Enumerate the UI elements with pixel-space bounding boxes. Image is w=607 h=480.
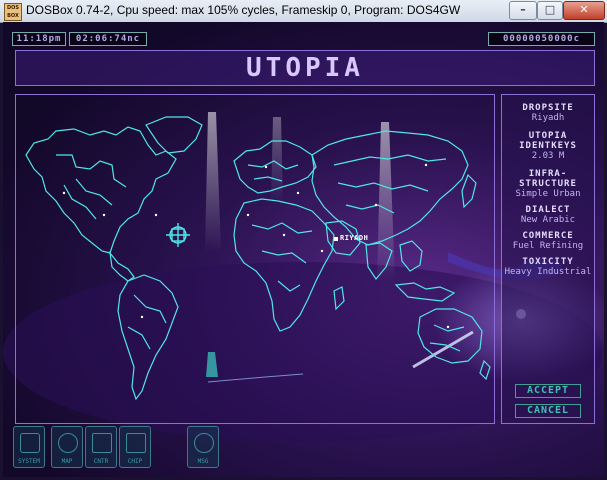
dialect-value: New Arabic	[520, 215, 576, 225]
world-map[interactable]: RIYADH	[15, 94, 495, 424]
control-icon	[92, 433, 112, 453]
toolbar-map-button[interactable]: MAP	[51, 426, 83, 468]
dialect-label: DIALECT	[525, 205, 571, 215]
title-bar[interactable]: DOS BOX DOSBox 0.74-2, Cpu speed: max 10…	[0, 0, 607, 23]
riyadh-marker	[334, 237, 338, 241]
toolbar-label: CHIP	[127, 458, 143, 465]
toolbar-label: CNTR	[93, 458, 109, 465]
close-icon: ✕	[579, 3, 589, 16]
toolbar-chip-button[interactable]: CHIP	[119, 426, 151, 468]
commerce-label: COMMERCE	[522, 231, 574, 241]
chip-icon	[126, 433, 146, 453]
toolbar-system-button[interactable]: SYSTEM	[13, 426, 45, 468]
toolbar-msg-button[interactable]: MSG	[187, 426, 219, 468]
system-icon	[20, 433, 40, 453]
continent-greenland	[145, 116, 203, 154]
identkeys-label-2: IDENTKEYS	[519, 141, 577, 151]
globe-icon	[58, 433, 78, 453]
clock-display: 11:18pm	[12, 32, 66, 46]
dosbox-app-icon[interactable]: DOS BOX	[4, 3, 22, 21]
continent-europe	[233, 140, 317, 194]
game-viewport: 11:18pm 02:06:74nc 00000050000c UTOPIA R…	[3, 22, 604, 477]
identkeys-value: 2.03 M	[531, 151, 565, 161]
toolbar-label: MAP	[61, 458, 73, 465]
toolbar-cntr-button[interactable]: CNTR	[85, 426, 117, 468]
commerce-value: Fuel Refining	[512, 241, 584, 251]
toolbar-label: SYSTEM	[18, 458, 40, 465]
game-title: UTOPIA	[246, 53, 364, 83]
continent-australia	[417, 308, 483, 364]
accept-button[interactable]: ACCEPT	[515, 384, 581, 398]
window-title: DOSBox 0.74-2, Cpu speed: max 105% cycle…	[26, 3, 461, 17]
maximize-button[interactable]: □	[537, 1, 563, 20]
dosbox-window: DOS BOX DOSBox 0.74-2, Cpu speed: max 10…	[0, 0, 607, 480]
map-city-label: RIYADH	[340, 234, 369, 242]
credits-display: 00000050000c	[488, 32, 595, 46]
toxicity-value: Heavy Industrial	[504, 267, 592, 277]
app-icon-text: DOS BOX	[6, 5, 19, 19]
infrastructure-label-2: STRUCTURE	[519, 179, 577, 189]
toolbar-label: MSG	[197, 458, 209, 465]
continent-south-america	[117, 274, 179, 401]
dropsite-label: DROPSITE	[522, 103, 574, 113]
maximize-icon: □	[544, 3, 556, 16]
close-button[interactable]: ✕	[563, 1, 605, 20]
continent-north-america	[25, 126, 177, 254]
cancel-button[interactable]: CANCEL	[515, 404, 581, 418]
minimize-icon: –	[520, 3, 526, 16]
identkeys-label-1: UTOPIA	[528, 131, 568, 141]
message-icon	[194, 433, 214, 453]
toxicity-label: TOXICITY	[522, 257, 574, 267]
header-panel: UTOPIA	[15, 50, 595, 86]
target-crosshair-icon	[166, 223, 190, 247]
location-info-panel: DROPSITE Riyadh UTOPIA IDENTKEYS 2.03 M …	[501, 94, 595, 424]
world-map-outline	[25, 116, 491, 401]
infrastructure-label-1: INFRA-	[528, 169, 568, 179]
infrastructure-value: Simple Urban	[515, 189, 581, 199]
date-display: 02:06:74nc	[69, 32, 147, 46]
continent-africa	[233, 198, 335, 332]
minimize-button[interactable]: –	[509, 1, 537, 20]
dropsite-value: Riyadh	[531, 113, 565, 123]
